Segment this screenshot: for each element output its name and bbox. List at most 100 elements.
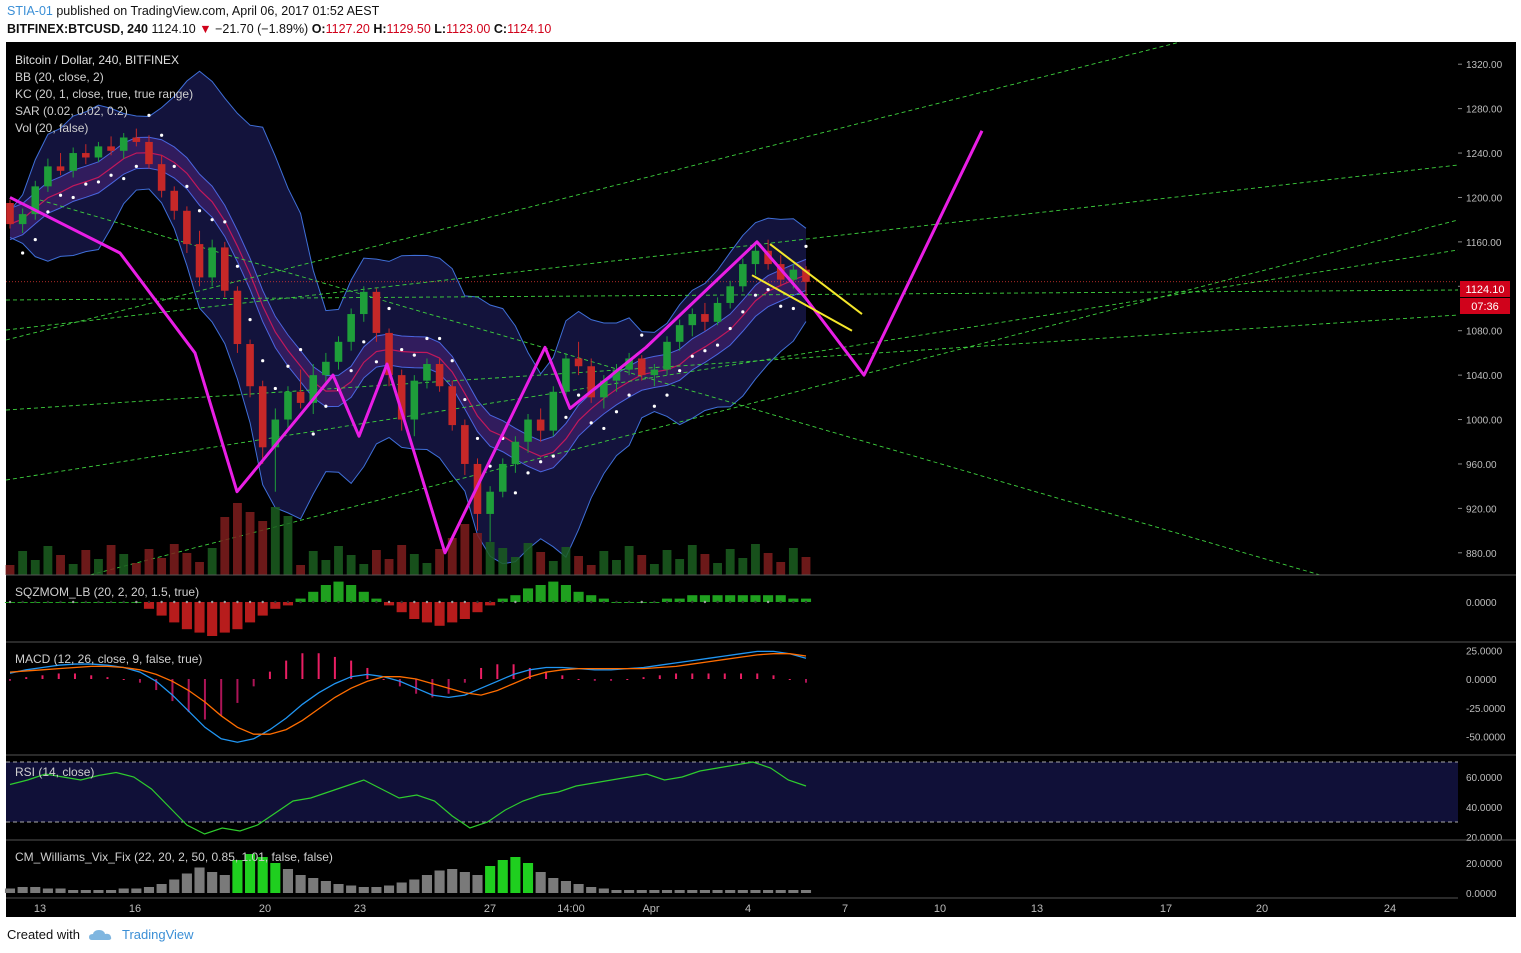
volume-bar — [131, 563, 141, 575]
sar-dot — [728, 326, 732, 331]
price-axis — [1458, 42, 1516, 917]
volume-bar — [612, 560, 621, 575]
vix-fix-bar — [611, 890, 622, 893]
volume-bar — [334, 546, 343, 575]
sar-dot — [374, 360, 379, 364]
squeeze-dot — [526, 600, 530, 604]
sar-dot — [273, 386, 277, 391]
macd-histogram-bar — [382, 679, 385, 680]
vix-fix-bar — [573, 884, 584, 893]
time-tick-label: 20 — [1256, 903, 1268, 915]
squeeze-dot — [728, 600, 732, 604]
squeeze-bar — [320, 585, 331, 602]
legend-kc: KC (20, 1, close, true, true range) — [15, 87, 193, 101]
squeeze-dot — [501, 600, 504, 604]
vix-fix-bar — [320, 881, 331, 893]
pane-title-rsi: RSI (14, close) — [15, 765, 94, 779]
vix-fix-bar — [459, 872, 470, 893]
vix-fix-bar — [194, 867, 205, 893]
macd-histogram-bar — [805, 679, 807, 683]
vix-fix-bar — [270, 863, 281, 893]
volume-bar — [599, 551, 609, 575]
volume-bar — [207, 548, 217, 575]
candle-body — [372, 291, 381, 333]
vix-fix-bar — [800, 890, 812, 893]
sar-dot — [614, 410, 619, 414]
volume-bar — [460, 524, 470, 575]
macd-tick-label: 25.0000 — [1466, 646, 1503, 657]
macd-histogram-bar — [691, 673, 694, 679]
rsi-band — [6, 762, 1458, 822]
candle-body — [119, 137, 128, 151]
sar-dot — [640, 333, 644, 337]
vix-fix-bar — [181, 873, 192, 893]
squeeze-dot — [71, 600, 75, 604]
squeeze-bar — [232, 602, 243, 630]
candle-body — [524, 419, 532, 442]
volume-bar — [68, 564, 78, 575]
macd-histogram-bar — [610, 679, 613, 681]
sar-dot — [223, 220, 227, 224]
chart-canvas[interactable]: 1320.001280.001240.001200.001160.001120.… — [0, 0, 1521, 953]
candle-body — [44, 166, 52, 187]
vix-fix-bar — [687, 890, 698, 893]
rsi-tick-label: 60.0000 — [1466, 773, 1503, 784]
volume-bar — [473, 533, 482, 575]
macd-histogram-bar — [512, 664, 515, 679]
candle-body — [726, 286, 734, 303]
squeeze-dot — [627, 600, 631, 604]
sar-dot — [248, 318, 252, 322]
vix-fix-bar — [308, 878, 319, 893]
volume-bar — [371, 550, 381, 575]
sar-dot — [766, 288, 770, 292]
squeeze-dot — [349, 600, 353, 604]
vix-fix-bar — [131, 888, 142, 893]
legend-sar: SAR (0.02, 0.02, 0.2) — [15, 104, 128, 118]
sar-dot — [450, 359, 454, 363]
squeeze-dot — [703, 600, 707, 604]
sar-dot — [690, 354, 694, 358]
squeeze-dot — [198, 600, 201, 604]
sar-dot — [678, 369, 682, 373]
candle-body — [549, 391, 558, 431]
vix-fix-bar — [295, 875, 306, 893]
volume-bar — [359, 564, 369, 575]
macd-histogram-bar — [220, 679, 223, 716]
volume-bar — [637, 555, 647, 575]
volume-bar — [220, 517, 230, 575]
macd-histogram-bar — [577, 679, 580, 680]
volume-bar — [738, 558, 748, 575]
timer-badge: 07:36 — [1471, 301, 1499, 313]
candle-body — [435, 364, 444, 387]
squeeze-bar — [346, 585, 357, 602]
macd-histogram-bar — [203, 679, 206, 720]
squeeze-dot — [223, 600, 226, 604]
squeeze-bar — [409, 602, 420, 619]
macd-histogram-bar — [398, 679, 401, 687]
vix-fix-bar — [522, 863, 534, 893]
squeeze-bar — [447, 602, 458, 623]
sar-dot — [299, 347, 303, 352]
candle-body — [94, 146, 103, 158]
wvf-tick-label: 0.0000 — [1466, 889, 1497, 900]
time-tick-label: Apr — [642, 903, 659, 915]
macd-histogram-bar — [593, 679, 596, 681]
vix-fix-bar — [421, 875, 433, 893]
volume-bar — [713, 563, 722, 575]
sar-dot — [791, 306, 795, 311]
price-tick-label: 1160.00 — [1466, 238, 1502, 249]
vix-fix-bar — [282, 869, 294, 893]
volume-bar — [397, 545, 407, 575]
sar-dot — [147, 113, 151, 117]
squeeze-bar — [194, 602, 205, 633]
volume-bar — [422, 563, 432, 575]
candle-body — [334, 341, 343, 362]
time-tick-label: 24 — [1384, 903, 1396, 915]
squeeze-dot — [400, 600, 403, 604]
volume-bar — [498, 548, 508, 575]
vix-fix-bar — [169, 879, 180, 893]
candle-body — [322, 361, 330, 376]
tradingview-link[interactable]: TradingView — [122, 927, 194, 942]
squeeze-dot — [678, 600, 681, 604]
candle-body — [562, 358, 570, 392]
